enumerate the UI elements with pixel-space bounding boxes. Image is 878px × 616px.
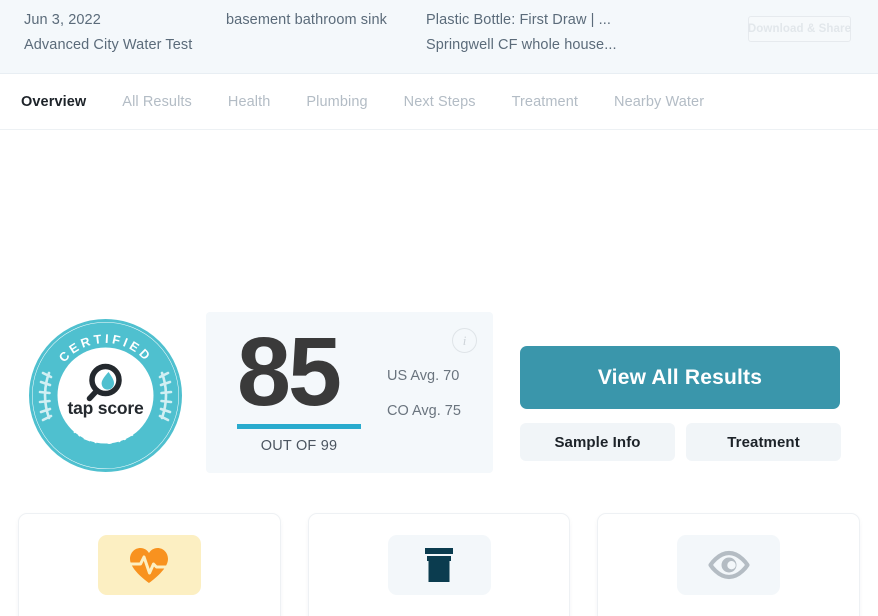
tab-treatment[interactable]: Treatment xyxy=(512,94,578,110)
report-tabs: Overview All Results Health Plumbing Nex… xyxy=(0,74,878,130)
plumbing-card[interactable]: Plumbing: 81 No plumbing concerns detect… xyxy=(307,513,571,616)
tab-next-steps[interactable]: Next Steps xyxy=(404,94,476,110)
tab-overview[interactable]: Overview xyxy=(21,94,86,110)
pipe-icon xyxy=(425,548,453,582)
aesthetics-icon-box xyxy=(677,535,781,595)
sample-info-button[interactable]: Sample Info xyxy=(520,423,675,461)
test-name: Advanced City Water Test xyxy=(24,37,193,53)
health-card[interactable]: Health: 83 1 concern detected xyxy=(18,513,281,616)
treatment-button[interactable]: Treatment xyxy=(686,423,841,461)
score-underline xyxy=(237,424,361,429)
score-out-of: OUT OF 99 xyxy=(260,438,338,454)
certified-report-seal-icon: CERTIFIED REPORT tap score xyxy=(29,319,182,472)
tab-health[interactable]: Health xyxy=(228,94,271,110)
header-kit-column: Plastic Bottle: First Draw | ... Springw… xyxy=(426,8,617,58)
plumbing-icon-box xyxy=(387,535,491,595)
score-value: 85 xyxy=(237,317,342,426)
tab-plumbing[interactable]: Plumbing xyxy=(306,94,367,110)
health-icon-box xyxy=(97,535,201,595)
tab-all-results[interactable]: All Results xyxy=(122,94,192,110)
header-date-column: Jun 3, 2022 Advanced City Water Test xyxy=(24,8,192,58)
info-icon[interactable]: i xyxy=(452,328,477,353)
sample-type: Plastic Bottle: First Draw | ... xyxy=(426,12,612,28)
overview-panel: CERTIFIED REPORT tap score 85 OUT OF 99 … xyxy=(0,130,878,616)
tap-score-wordmark: tap score xyxy=(67,398,143,418)
report-header: Jun 3, 2022 Advanced City Water Test bas… xyxy=(0,0,878,74)
tap-score-card: 85 OUT OF 99 US Avg. 70 CO Avg. 75 i xyxy=(206,312,493,473)
eye-icon xyxy=(708,550,750,580)
download-share-button[interactable]: Download & Share xyxy=(748,16,851,42)
header-location-column: basement bathroom sink xyxy=(226,8,387,33)
filter-info: Springwell CF whole house... xyxy=(426,37,617,53)
view-all-results-button[interactable]: View All Results xyxy=(520,346,840,409)
state-average: CO Avg. 75 xyxy=(387,403,461,419)
us-average: US Avg. 70 xyxy=(387,368,460,384)
tab-nearby-water[interactable]: Nearby Water xyxy=(614,94,704,110)
heart-pulse-icon xyxy=(128,548,171,583)
tap-score-certified-badge: CERTIFIED REPORT tap score xyxy=(29,319,182,472)
category-cards: Health: 83 1 concern detected Plumbing: … xyxy=(0,513,878,616)
sample-location: basement bathroom sink xyxy=(226,12,387,28)
sample-date: Jun 3, 2022 xyxy=(24,12,101,28)
aesthetics-card[interactable]: Aesthetics: 99 No aesthetic concerns det… xyxy=(597,513,861,616)
